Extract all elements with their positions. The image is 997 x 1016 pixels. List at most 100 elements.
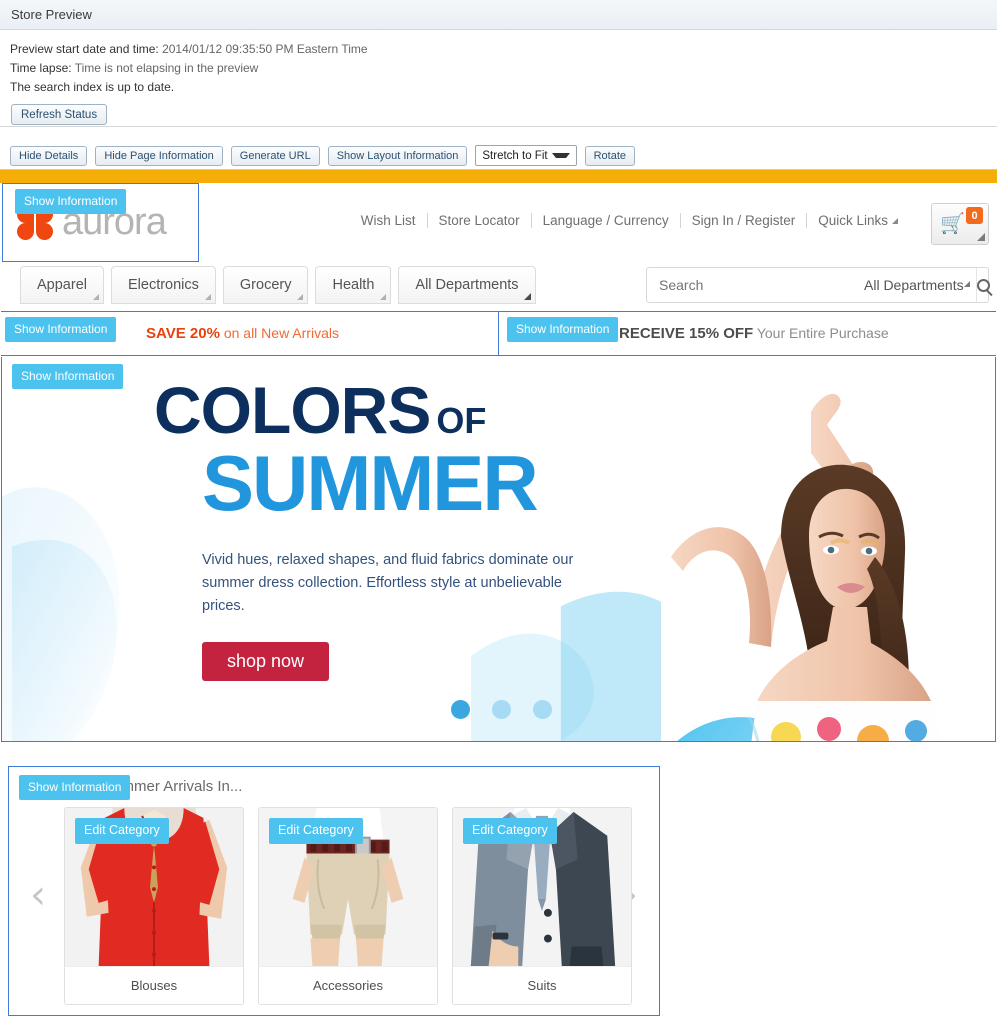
category-label-blouses: Blouses — [65, 966, 243, 1004]
edit-category-badge-suits[interactable]: Edit Category — [463, 818, 557, 844]
dept-tab-grocery[interactable]: Grocery — [222, 266, 309, 304]
quick-links-label: Quick Links — [818, 213, 888, 228]
category-card-blouses[interactable]: Edit Category Blouses — [64, 807, 244, 1005]
dept-tab-health[interactable]: Health — [315, 266, 392, 304]
promo-right-rest: Your Entire Purchase — [753, 325, 889, 341]
toolbar-divider — [0, 126, 997, 127]
hero-banner[interactable]: Show Information COLORS OF SUMMER Vivid … — [1, 357, 996, 742]
corner-triangle-icon — [892, 218, 898, 224]
hero-headline-line1: COLORS OF — [154, 377, 602, 443]
refresh-status-button[interactable]: Refresh Status — [11, 104, 108, 125]
preview-status-block: Preview start date and time: 2014/01/12 … — [0, 30, 997, 125]
hero-description: Vivid hues, relaxed shapes, and fluid fa… — [202, 551, 574, 614]
show-information-badge-promo-left[interactable]: Show Information — [5, 317, 117, 342]
cart-count-badge: 0 — [966, 207, 983, 224]
show-information-badge-hero[interactable]: Show Information — [12, 364, 124, 389]
department-tabs: Apparel Electronics Grocery Health All D… — [20, 266, 536, 304]
category-label-suits: Suits — [453, 966, 631, 1004]
show-information-badge-logo[interactable]: Show Information — [15, 189, 127, 214]
hero-model-image — [661, 357, 995, 741]
corner-triangle-icon — [523, 293, 531, 300]
dept-tab-all-departments[interactable]: All Departments — [398, 266, 536, 304]
promo-left-strong: SAVE 20% — [146, 325, 220, 342]
department-nav-bar: Apparel Electronics Grocery Health All D… — [0, 263, 997, 311]
hero-carousel-dots — [451, 700, 552, 719]
search-index-status: The search index is up to date. — [10, 80, 175, 94]
dept-tab-electronics[interactable]: Electronics — [110, 266, 216, 304]
storefront-preview: Show Information aurora Wish List Store … — [0, 183, 997, 1016]
nav-link-sign-in-register[interactable]: Sign In / Register — [681, 213, 807, 228]
refresh-status-wrap: Refresh Status — [11, 104, 997, 125]
promo-right-strong: RECEIVE 15% OFF — [619, 325, 754, 342]
corner-triangle-icon — [380, 294, 387, 300]
dept-tab-label: Health — [332, 277, 375, 293]
chevron-down-icon — [551, 153, 570, 158]
store-header: Show Information aurora Wish List Store … — [0, 183, 997, 263]
storefront-accent-stripe — [0, 170, 997, 183]
corner-triangle-icon — [963, 281, 970, 287]
hide-page-information-button[interactable]: Hide Page Information — [95, 145, 223, 166]
category-card-accessories[interactable]: Edit Category Accessories — [258, 807, 438, 1005]
dept-tab-label: Grocery — [239, 277, 292, 293]
hero-dot-2[interactable] — [492, 700, 511, 719]
nav-link-store-locator[interactable]: Store Locator — [428, 213, 531, 228]
dept-tab-label: All Departments — [415, 277, 519, 293]
cart-icon: 🛒 — [940, 213, 965, 235]
category-carousel-section: Show Information New Summer Arrivals In.… — [8, 766, 660, 1016]
promo-left-rest: on all New Arrivals — [219, 325, 339, 341]
edit-category-badge-blouses[interactable]: Edit Category — [75, 818, 169, 844]
dept-tab-apparel[interactable]: Apparel — [20, 266, 104, 304]
search-scope-label: All Departments — [864, 277, 964, 293]
rotate-button[interactable]: Rotate — [584, 145, 635, 166]
nav-link-language-currency[interactable]: Language / Currency — [532, 213, 680, 228]
utility-nav: Wish List Store Locator Language / Curre… — [350, 213, 909, 228]
promo-banner-right[interactable]: Show Information RECEIVE 15% OFF Your En… — [499, 312, 996, 355]
edit-category-badge-accessories[interactable]: Edit Category — [269, 818, 363, 844]
fit-mode-select[interactable]: Stretch to Fit — [475, 145, 577, 166]
dept-tab-label: Electronics — [127, 277, 199, 293]
logo-region[interactable]: Show Information aurora — [2, 183, 199, 262]
search-bar: All Departments — [646, 267, 990, 303]
shopping-cart-button[interactable]: 🛒 0 — [931, 203, 989, 245]
hero-headline-colors: COLORS — [154, 373, 431, 447]
shop-now-button[interactable]: shop now — [202, 641, 329, 681]
generate-url-button[interactable]: Generate URL — [230, 145, 320, 166]
fit-mode-value: Stretch to Fit — [482, 149, 548, 162]
time-lapse-label: Time lapse: — [10, 61, 72, 75]
search-submit-button[interactable] — [975, 268, 990, 302]
hero-headline-line2: SUMMER — [202, 438, 539, 527]
show-information-badge-promo-right[interactable]: Show Information — [507, 317, 619, 342]
corner-triangle-icon — [297, 294, 304, 300]
preview-titlebar: Store Preview — [0, 0, 997, 30]
preview-start-line: Preview start date and time: 2014/01/12 … — [10, 40, 997, 59]
search-scope-select[interactable]: All Departments — [852, 277, 976, 293]
preview-start-label: Preview start date and time: — [10, 42, 159, 56]
category-card-suits[interactable]: Edit Category Suits — [452, 807, 632, 1005]
corner-triangle-icon — [204, 294, 211, 300]
dept-tab-label: Apparel — [37, 277, 87, 293]
nav-link-quick-links[interactable]: Quick Links — [807, 213, 909, 228]
carousel-prev-arrow-icon[interactable]: ‹ — [25, 875, 51, 915]
corner-triangle-icon — [92, 294, 99, 300]
hero-copy: COLORS OF SUMMER Vivid hues, relaxed shap… — [154, 377, 602, 681]
time-lapse-value: Time is not elapsing in the preview — [74, 61, 259, 75]
time-lapse-line: Time lapse: Time is not elapsing in the … — [10, 59, 997, 78]
show-layout-information-button[interactable]: Show Layout Information — [327, 145, 468, 166]
promotion-banner-row: Show Information SAVE 20% on all New Arr… — [1, 311, 996, 356]
store-preview-page: Store Preview Preview start date and tim… — [0, 0, 997, 1016]
search-icon — [976, 278, 990, 292]
page-title: Store Preview — [11, 7, 92, 22]
nav-link-wish-list[interactable]: Wish List — [350, 213, 427, 228]
preview-chrome-panel: Store Preview Preview start date and tim… — [0, 0, 997, 170]
preview-toolbar: Hide Details Hide Page Information Gener… — [10, 145, 635, 166]
category-label-accessories: Accessories — [259, 966, 437, 1004]
corner-triangle-icon — [977, 233, 985, 241]
hide-details-button[interactable]: Hide Details — [10, 145, 88, 166]
hero-dot-3[interactable] — [533, 700, 552, 719]
category-card-list: Edit Category Blouses Edit Category Acce… — [64, 807, 632, 1005]
hero-dot-1[interactable] — [451, 700, 470, 719]
show-information-badge-categories[interactable]: Show Information — [19, 775, 131, 800]
search-input[interactable] — [647, 268, 852, 302]
preview-start-value: 2014/01/12 09:35:50 PM Eastern Time — [162, 42, 368, 56]
promo-banner-left[interactable]: Show Information SAVE 20% on all New Arr… — [1, 312, 499, 355]
